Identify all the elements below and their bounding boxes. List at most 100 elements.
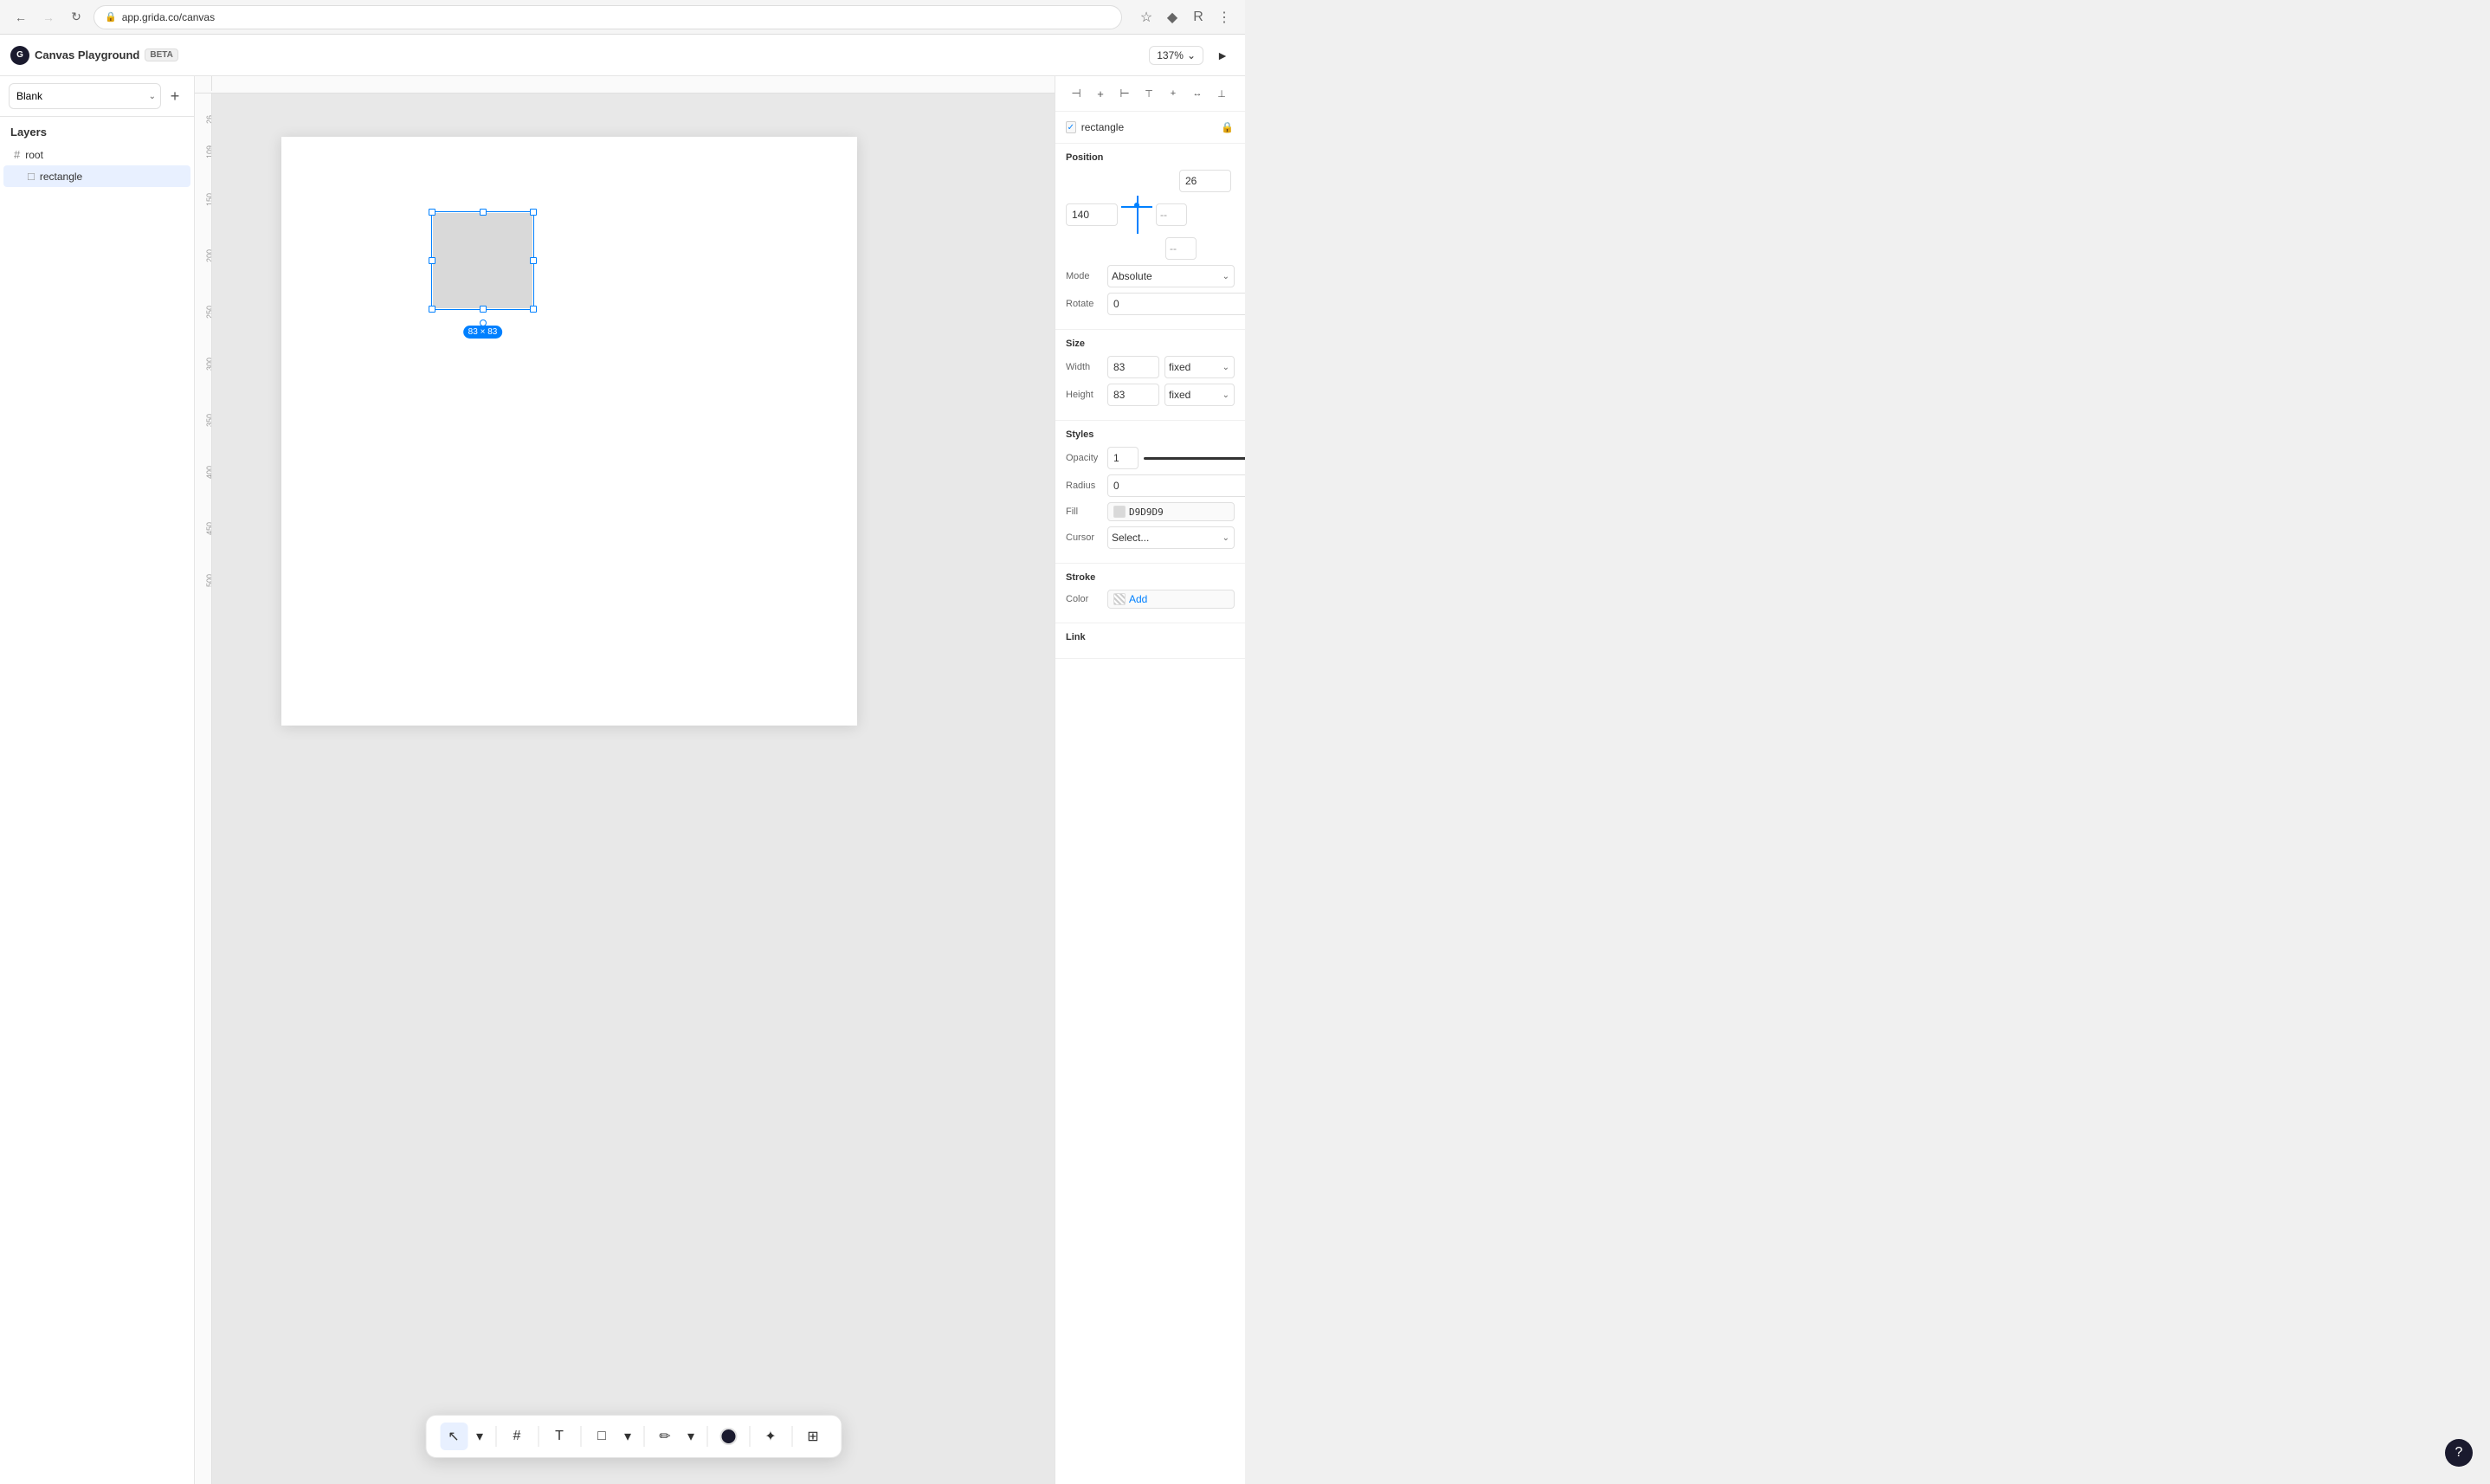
template-select[interactable]: Blank: [9, 83, 161, 109]
ruler-mark: 450: [205, 522, 212, 535]
stroke-section: Stroke Color Add: [1055, 564, 1245, 623]
link-label: Link: [1066, 632, 1235, 642]
width-input[interactable]: [1107, 356, 1159, 378]
play-button[interactable]: ►: [1210, 43, 1235, 68]
stroke-label: Stroke: [1066, 572, 1095, 583]
stroke-swatch: [1113, 593, 1126, 605]
text-tool-button[interactable]: T: [545, 1423, 573, 1450]
beta-badge: BETA: [145, 48, 177, 61]
visibility-checkbox[interactable]: ✓: [1066, 121, 1076, 133]
rotate-handle[interactable]: [480, 319, 487, 326]
rotate-row: Rotate: [1066, 293, 1235, 315]
forward-button[interactable]: →: [38, 7, 59, 28]
radius-row: Radius ⤡: [1066, 474, 1235, 497]
help-button[interactable]: ?: [2445, 1439, 2473, 1467]
toolbar-divider: [791, 1426, 792, 1447]
logo: G Canvas Playground BETA: [10, 46, 178, 65]
add-layer-button[interactable]: +: [164, 86, 185, 106]
grid-tool-button[interactable]: #: [503, 1423, 531, 1450]
ai-tool-button[interactable]: ✦: [757, 1423, 784, 1450]
color-tool-button[interactable]: [714, 1423, 742, 1450]
layer-grid-icon: #: [14, 148, 20, 161]
fill-color-picker[interactable]: D9D9D9: [1107, 502, 1235, 521]
select-tool-button[interactable]: ↖: [440, 1423, 468, 1450]
cursor-label: Cursor: [1066, 532, 1102, 543]
bookmark-button[interactable]: ☆: [1136, 7, 1157, 28]
radius-input[interactable]: [1107, 474, 1245, 497]
height-input[interactable]: [1107, 384, 1159, 406]
layers-header: Layers: [0, 117, 194, 144]
lock-button[interactable]: 🔒: [1221, 119, 1235, 136]
align-stretch-h-button[interactable]: ↔: [1187, 83, 1208, 104]
position-section: Position: [1055, 144, 1245, 330]
left-sidebar: Blank + Layers # root □ rectangle: [0, 76, 195, 1484]
layer-item-rectangle[interactable]: □ rectangle: [3, 165, 190, 187]
cursor-row: Cursor Select... default pointer crossha…: [1066, 526, 1235, 549]
position-label: Position: [1066, 152, 1235, 163]
stroke-color-picker[interactable]: Add: [1107, 590, 1235, 609]
opacity-row: Opacity: [1066, 447, 1235, 469]
logo-icon: G: [10, 46, 29, 65]
canvas-shape-rectangle[interactable]: [433, 213, 532, 308]
width-row: Width fixed fill auto: [1066, 356, 1235, 378]
app-title: Canvas Playground: [35, 48, 139, 61]
mode-select[interactable]: Absolute Relative Fixed: [1107, 265, 1235, 287]
zoom-chevron-icon: ⌄: [1187, 49, 1196, 61]
cursor-select[interactable]: Select... default pointer crosshair text…: [1107, 526, 1235, 549]
rotate-label: Rotate: [1066, 299, 1102, 309]
pen-tool-button[interactable]: ✏: [651, 1423, 679, 1450]
toolbar-divider: [749, 1426, 750, 1447]
ruler-mark: 250: [205, 306, 212, 319]
layer-item-root[interactable]: # root: [3, 144, 190, 165]
ruler-mark: 400: [205, 466, 212, 479]
toolbar-divider: [706, 1426, 707, 1447]
select-dropdown-button[interactable]: ▾: [471, 1423, 488, 1450]
toolbar-divider: [580, 1426, 581, 1447]
shape-dropdown-button[interactable]: ▾: [619, 1423, 636, 1450]
height-label: Height: [1066, 390, 1102, 400]
styles-section: Styles Opacity Radius ⤡ Fill: [1055, 421, 1245, 564]
opacity-slider[interactable]: [1144, 457, 1245, 460]
position-y-input[interactable]: [1179, 170, 1231, 192]
opacity-input[interactable]: [1107, 447, 1139, 469]
shape-tool-button[interactable]: □: [588, 1423, 616, 1450]
styles-label: Styles: [1066, 429, 1235, 440]
position-x-dash-input[interactable]: [1156, 203, 1187, 226]
stroke-color-row: Color Add: [1066, 590, 1235, 609]
layer-name-row: ✓ 🔒: [1055, 112, 1245, 144]
stroke-add-button[interactable]: Add: [1129, 593, 1147, 605]
menu-button[interactable]: ⋮: [1214, 7, 1235, 28]
fill-label: Fill: [1066, 506, 1102, 517]
align-left-button[interactable]: ⊣: [1066, 83, 1087, 104]
canvas-viewport[interactable]: 83 × 83 ↖ ▾ # T □ ▾: [212, 94, 1055, 1484]
width-unit-select[interactable]: fixed fill auto: [1164, 356, 1235, 378]
mode-row: Mode Absolute Relative Fixed: [1066, 265, 1235, 287]
pen-dropdown-button[interactable]: ▾: [682, 1423, 700, 1450]
position-y-dash-input[interactable]: [1165, 237, 1197, 260]
extensions-button[interactable]: ◆: [1162, 7, 1183, 28]
position-x-input[interactable]: [1066, 203, 1118, 226]
back-button[interactable]: ←: [10, 7, 31, 28]
profile-button[interactable]: R: [1188, 7, 1209, 28]
layer-name-rectangle: rectangle: [40, 171, 82, 183]
layer-name-input[interactable]: [1081, 121, 1216, 133]
fill-color-value: D9D9D9: [1129, 506, 1164, 518]
rotate-input[interactable]: [1107, 293, 1245, 315]
reload-button[interactable]: ↻: [66, 7, 87, 28]
lock-icon: 🔒: [105, 11, 117, 23]
align-right-button[interactable]: ⊢: [1114, 83, 1135, 104]
align-top-button[interactable]: ⊤: [1139, 83, 1159, 104]
align-bottom-button[interactable]: ⊥: [1211, 83, 1232, 104]
zoom-control[interactable]: 137% ⌄: [1149, 46, 1203, 65]
align-center-h-button[interactable]: +: [1090, 83, 1111, 104]
components-button[interactable]: ⊞: [799, 1423, 827, 1450]
color-dot: [719, 1428, 737, 1445]
fill-row: Fill D9D9D9: [1066, 502, 1235, 521]
align-center-v-button[interactable]: +: [1163, 83, 1184, 104]
address-bar[interactable]: 🔒 app.grida.co/canvas: [94, 5, 1122, 29]
toolbar-divider: [643, 1426, 644, 1447]
height-unit-select[interactable]: fixed fill auto: [1164, 384, 1235, 406]
size-section: Size Width fixed fill auto Height: [1055, 330, 1245, 421]
align-row: ⊣ + ⊢ ⊤ + ↔ ⊥: [1055, 76, 1245, 112]
width-label: Width: [1066, 362, 1102, 372]
